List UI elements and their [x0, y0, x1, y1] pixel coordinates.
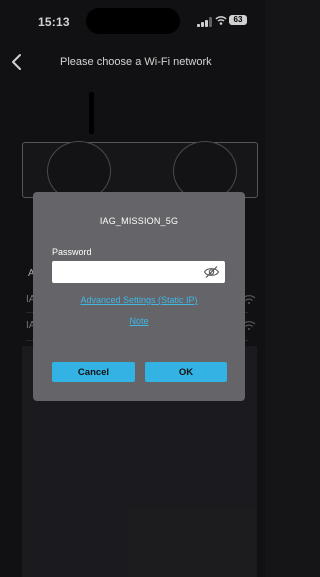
eye-off-icon[interactable]: [203, 265, 220, 279]
password-input[interactable]: [52, 261, 225, 283]
advanced-settings-link[interactable]: Advanced Settings (Static IP): [33, 295, 245, 305]
password-label: Password: [52, 247, 92, 257]
note-link[interactable]: Note: [33, 316, 245, 326]
cancel-button[interactable]: Cancel: [52, 362, 135, 382]
dialog-title: IAG_MISSION_5G: [99, 216, 179, 226]
wifi-password-dialog: IAG_MISSION_5G Password Advanced Setting…: [33, 192, 245, 401]
ok-button[interactable]: OK: [145, 362, 227, 382]
